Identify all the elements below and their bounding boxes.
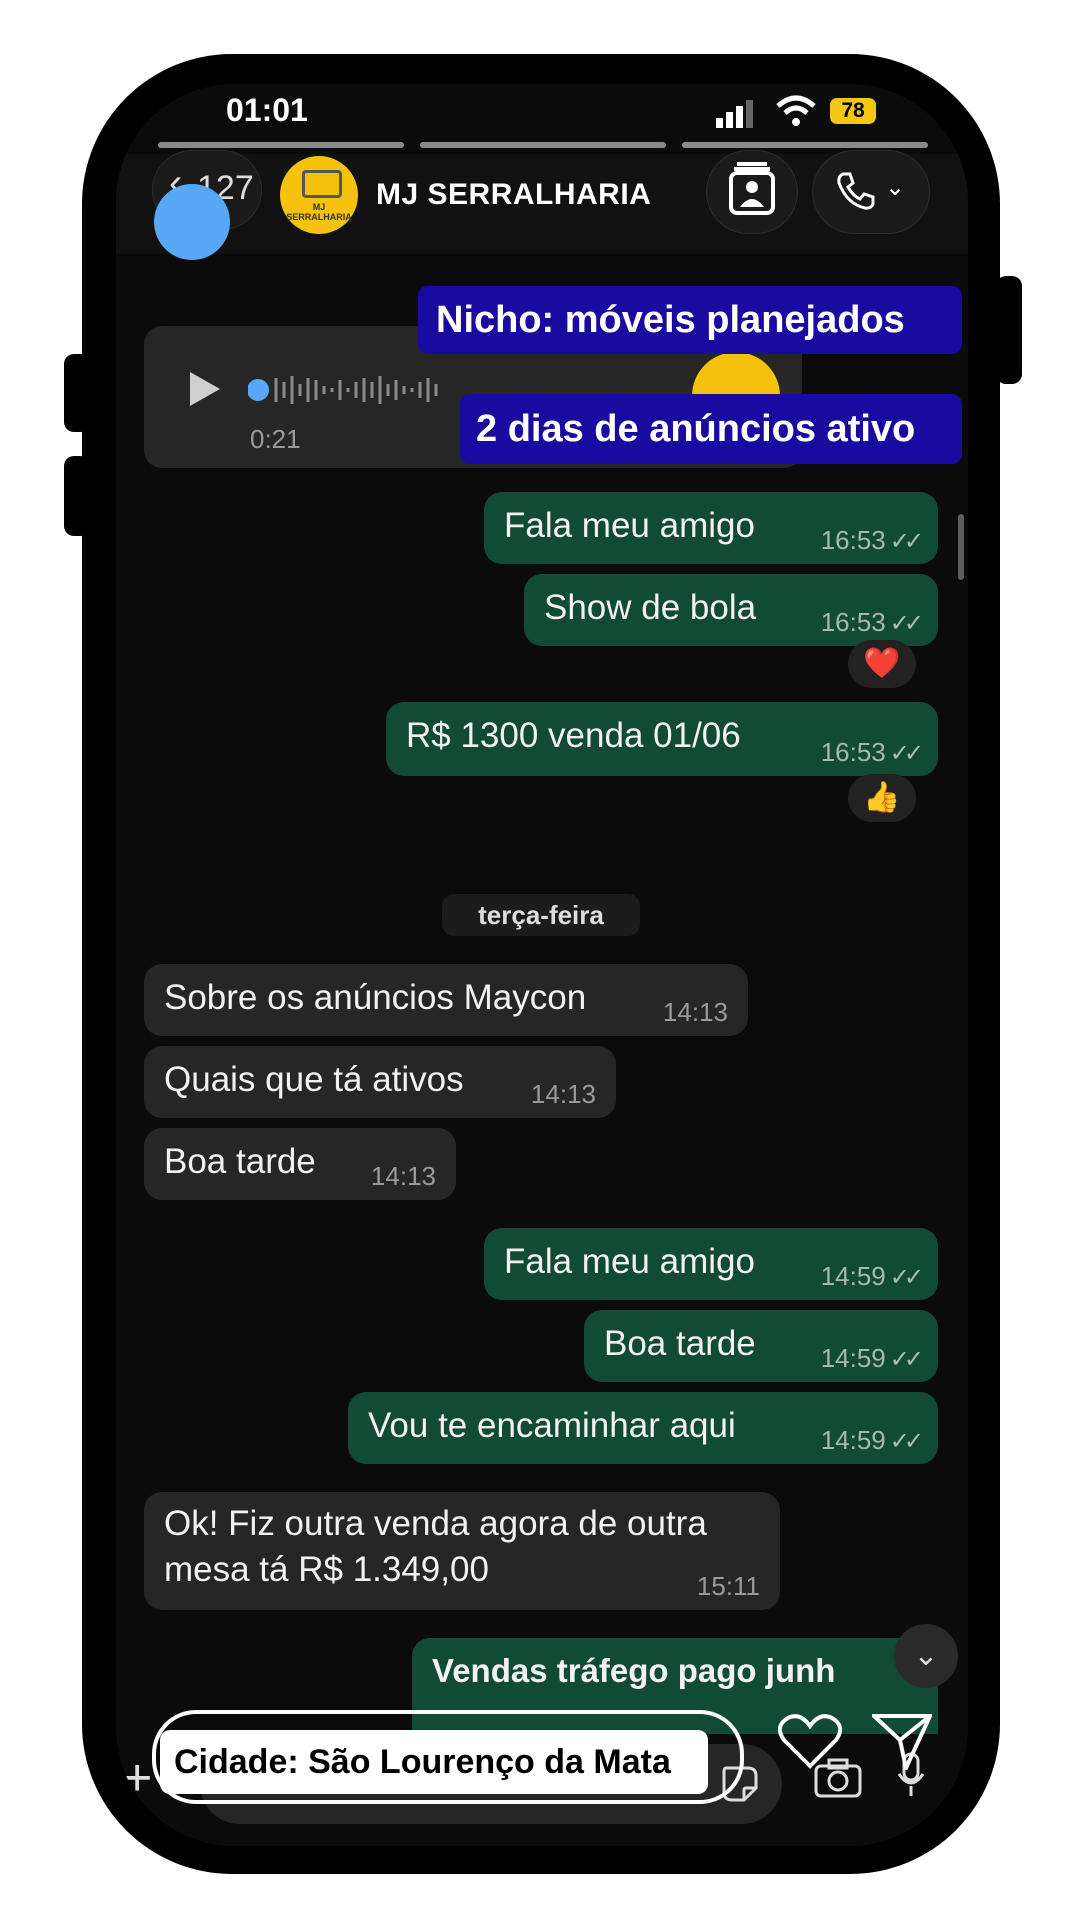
message-time: 16:53 ✓✓	[820, 607, 924, 637]
send-icon[interactable]	[872, 1712, 932, 1770]
progress-segment-1	[158, 142, 404, 148]
message-text-line-2: mesa tá R$ 1.349,00	[164, 1550, 489, 1589]
read-ticks-icon: ✓✓	[889, 1264, 924, 1291]
call-button[interactable]: ⌄	[812, 150, 930, 234]
message-time: 14:13	[530, 1079, 596, 1109]
side-button-left-2	[64, 456, 90, 536]
read-ticks-icon: ✓✓	[889, 528, 924, 555]
battery-indicator: 78	[830, 98, 876, 124]
chevron-down-icon: ⌄	[913, 1639, 939, 1672]
ads-days-label: 2 dias de anúncios ativo	[460, 394, 962, 464]
message-text: Quais que tá ativos	[164, 1060, 464, 1099]
message-time: 15:11	[696, 1571, 760, 1601]
avatar[interactable]: MJ SERRALHARIA	[280, 156, 358, 234]
chevron-down-icon: ⌄	[885, 174, 906, 201]
message-text: Vendas tráfego pago junh	[432, 1652, 836, 1689]
message-time: 14:13	[370, 1161, 436, 1191]
message-bubble[interactable]: Fala meu amigo 14:59 ✓✓	[484, 1228, 938, 1300]
avatar-text: MJ SERRALHARIA	[286, 202, 352, 222]
contact-card-button[interactable]	[706, 150, 798, 234]
message-bubble[interactable]: Show de bola 16:53 ✓✓	[524, 574, 938, 646]
wifi-icon	[776, 95, 816, 126]
scroll-to-bottom-button[interactable]: ⌄	[894, 1624, 958, 1688]
phone-screen: 01:01 78 ‹ 127 ⌄ MJ SERRALHARIA MJ SERRA…	[116, 84, 968, 1846]
city-label: Cidade: São Lourenço da Mata	[160, 1730, 708, 1794]
message-text-line-1: Ok! Fiz outra venda agora de outra	[164, 1504, 707, 1543]
message-time: 14:59 ✓✓	[820, 1261, 924, 1291]
niche-label: Nicho: móveis planejados	[418, 286, 962, 354]
message-time: 14:59 ✓✓	[820, 1425, 924, 1455]
message-text: Fala meu amigo	[504, 1242, 755, 1281]
message-bubble[interactable]: Boa tarde 14:13	[144, 1128, 456, 1200]
message-time: 16:53 ✓✓	[820, 525, 924, 555]
contact-card-icon	[729, 162, 775, 215]
message-text: R$ 1300 venda 01/06	[406, 716, 741, 755]
status-time: 01:01	[226, 92, 308, 128]
message-text: Show de bola	[544, 588, 757, 627]
read-ticks-icon: ✓✓	[889, 610, 924, 637]
side-button-right	[996, 276, 1022, 384]
message-bubble[interactable]: R$ 1300 venda 01/06 16:53 ✓✓	[386, 702, 938, 776]
message-text: Fala meu amigo	[504, 506, 755, 545]
message-bubble[interactable]: Fala meu amigo 16:53 ✓✓	[484, 492, 938, 564]
message-bubble[interactable]: Boa tarde 14:59 ✓✓	[584, 1310, 938, 1382]
message-bubble[interactable]: Ok! Fiz outra venda agora de outra mesa …	[144, 1492, 780, 1610]
touch-indicator-dot	[154, 184, 230, 260]
signal-icon	[716, 100, 753, 128]
heart-icon[interactable]	[778, 1712, 842, 1770]
message-bubble[interactable]: Vou te encaminhar aqui 14:59 ✓✓	[348, 1392, 938, 1464]
message-time: 14:13	[662, 997, 728, 1027]
scroll-indicator[interactable]	[958, 514, 964, 580]
reaction-heart[interactable]: ❤️	[848, 640, 916, 688]
side-button-left-1	[64, 354, 90, 432]
reaction-thumbs-up[interactable]: 👍	[848, 774, 916, 822]
chat-name[interactable]: MJ SERRALHARIA	[376, 178, 651, 212]
phone-icon	[837, 172, 875, 210]
plus-icon[interactable]: +	[122, 1748, 152, 1808]
voice-duration: 0:21	[250, 424, 301, 454]
message-text: Vou te encaminhar aqui	[368, 1406, 736, 1445]
message-bubble[interactable]: Sobre os anúncios Maycon 14:13	[144, 964, 748, 1036]
status-bar: 01:01 78	[116, 84, 968, 144]
progress-segment-2	[420, 142, 666, 148]
message-time: 14:59 ✓✓	[820, 1343, 924, 1373]
message-text: Sobre os anúncios Maycon	[164, 978, 587, 1017]
message-text: Boa tarde	[604, 1324, 756, 1363]
progress-segment-3	[682, 142, 928, 148]
message-bubble[interactable]: Quais que tá ativos 14:13	[144, 1046, 616, 1118]
message-text: Boa tarde	[164, 1142, 316, 1181]
read-ticks-icon: ✓✓	[889, 1428, 924, 1455]
message-time: 16:53 ✓✓	[820, 737, 924, 767]
read-ticks-icon: ✓✓	[889, 740, 924, 767]
play-icon[interactable]	[190, 372, 220, 406]
read-ticks-icon: ✓✓	[889, 1346, 924, 1373]
day-separator: terça-feira	[442, 894, 640, 936]
